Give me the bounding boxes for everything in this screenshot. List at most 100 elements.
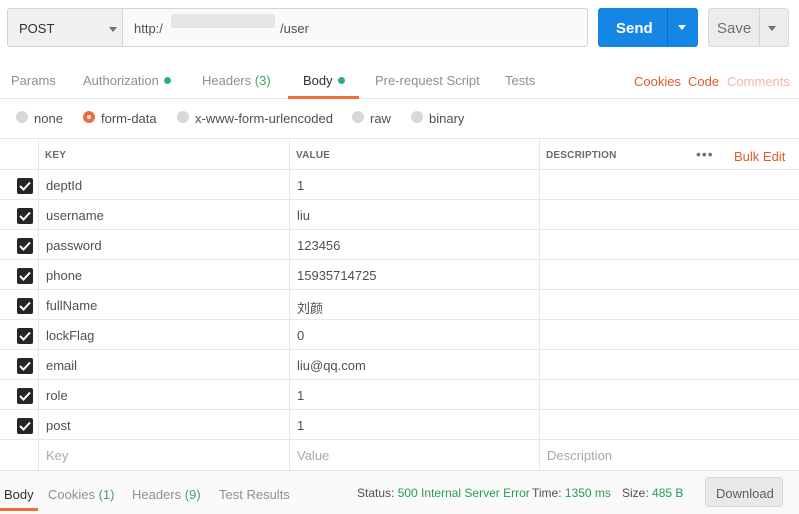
description-cell[interactable] <box>540 350 799 380</box>
checkmark-icon <box>19 241 31 251</box>
key-placeholder-input[interactable]: Key <box>46 448 68 463</box>
value-cell[interactable]: 0 <box>297 328 304 343</box>
tab-authorization[interactable]: Authorization <box>83 73 171 88</box>
status-value: 500 Internal Server Error <box>397 486 530 500</box>
checkmark-icon <box>19 361 31 371</box>
table-row: phone 15935714725 <box>0 260 799 290</box>
key-cell[interactable]: phone <box>46 268 82 283</box>
tab-body[interactable]: Body <box>303 73 345 88</box>
send-divider <box>667 8 668 47</box>
header-value: VALUE <box>296 150 331 161</box>
tab-pre-request-script[interactable]: Pre-request Script <box>375 73 480 88</box>
table-row: password 123456 <box>0 230 799 260</box>
key-cell[interactable]: role <box>46 388 68 403</box>
value-cell[interactable]: 刘颜 <box>297 298 323 317</box>
response-size: Size: 485 B <box>622 486 684 500</box>
radio-label-none: none <box>34 111 63 126</box>
value-cell[interactable]: 1 <box>297 418 304 433</box>
body-type-selector: none form-data x-www-form-urlencoded raw… <box>0 99 799 137</box>
value-cell[interactable]: liu@qq.com <box>297 358 366 373</box>
description-cell[interactable] <box>540 380 799 410</box>
value-cell[interactable]: 15935714725 <box>297 268 377 283</box>
row-checkbox[interactable] <box>17 388 33 404</box>
description-cell[interactable] <box>540 320 799 350</box>
chevron-down-icon[interactable] <box>768 26 776 31</box>
row-checkbox[interactable] <box>17 208 33 224</box>
description-cell[interactable] <box>540 290 799 320</box>
send-label: Send <box>616 20 653 37</box>
radio-label-form-data: form-data <box>101 111 157 126</box>
active-response-tab-indicator <box>0 508 38 511</box>
radio-label-urlencoded: x-www-form-urlencoded <box>195 111 333 126</box>
tab-params[interactable]: Params <box>11 73 56 88</box>
response-time: Time: 1350 ms <box>532 486 611 500</box>
status-dot <box>163 77 171 84</box>
request-tabs: Params Authorization Headers (3) Body Pr… <box>0 62 799 99</box>
save-button[interactable]: Save <box>708 8 789 47</box>
description-cell[interactable] <box>540 230 799 260</box>
row-checkbox[interactable] <box>17 298 33 314</box>
radio-label-raw: raw <box>370 111 391 126</box>
table-row: role 1 <box>0 380 799 410</box>
method-select[interactable]: POST <box>7 8 123 47</box>
response-tab-headers[interactable]: Headers (9) <box>132 487 201 502</box>
row-checkbox[interactable] <box>17 418 33 434</box>
status-dot <box>337 77 345 84</box>
key-cell[interactable]: username <box>46 208 104 223</box>
checkmark-icon <box>19 301 31 311</box>
row-checkbox[interactable] <box>17 178 33 194</box>
key-cell[interactable]: post <box>46 418 71 433</box>
tab-tests[interactable]: Tests <box>505 73 535 88</box>
key-cell[interactable]: fullName <box>46 298 97 313</box>
table-row: post 1 <box>0 410 799 440</box>
request-bar: POST http:/ /user Send Save <box>0 0 799 56</box>
radio-form-data[interactable] <box>83 111 95 123</box>
response-bar: Body Cookies (1) Headers (9) Test Result… <box>0 470 799 514</box>
url-input[interactable]: http:/ /user <box>122 8 588 47</box>
key-cell[interactable]: lockFlag <box>46 328 94 343</box>
value-placeholder-input[interactable]: Value <box>297 448 329 463</box>
url-redaction <box>171 14 275 28</box>
bulk-edit-link[interactable]: Bulk Edit <box>734 149 785 164</box>
key-cell[interactable]: password <box>46 238 102 253</box>
value-cell[interactable]: 123456 <box>297 238 340 253</box>
row-checkbox[interactable] <box>17 328 33 344</box>
new-row: Key Value Description <box>0 440 799 470</box>
size-value: 485 B <box>652 486 684 500</box>
code-link[interactable]: Code <box>688 74 719 89</box>
value-cell[interactable]: 1 <box>297 388 304 403</box>
key-cell[interactable]: deptId <box>46 178 82 193</box>
response-tab-cookies[interactable]: Cookies (1) <box>48 487 114 502</box>
description-placeholder-input[interactable]: Description <box>547 448 612 463</box>
cookies-link[interactable]: Cookies <box>634 74 681 89</box>
tab-headers[interactable]: Headers (3) <box>202 73 271 88</box>
row-checkbox[interactable] <box>17 268 33 284</box>
value-cell[interactable]: liu <box>297 208 310 223</box>
time-value: 1350 ms <box>564 486 611 500</box>
description-cell[interactable] <box>540 410 799 440</box>
response-tab-body[interactable]: Body <box>4 487 34 502</box>
radio-urlencoded[interactable] <box>177 111 189 123</box>
comments-link[interactable]: Comments <box>727 74 790 89</box>
description-cell[interactable] <box>540 200 799 230</box>
radio-none[interactable] <box>16 111 28 123</box>
checkmark-icon <box>19 181 31 191</box>
value-cell[interactable]: 1 <box>297 178 304 193</box>
radio-binary[interactable] <box>411 111 423 123</box>
response-tab-test-results[interactable]: Test Results <box>219 487 290 502</box>
radio-raw[interactable] <box>352 111 364 123</box>
checkmark-icon <box>19 271 31 281</box>
table-row: fullName 刘颜 <box>0 290 799 320</box>
send-button[interactable]: Send <box>598 8 698 47</box>
chevron-down-icon[interactable] <box>678 25 686 30</box>
row-checkbox[interactable] <box>17 358 33 374</box>
more-options-icon[interactable]: ••• <box>696 146 714 162</box>
description-cell[interactable] <box>540 260 799 290</box>
key-cell[interactable]: email <box>46 358 77 373</box>
download-button[interactable]: Download <box>705 477 783 507</box>
save-label: Save <box>717 20 752 37</box>
download-label: Download <box>716 486 774 501</box>
description-cell[interactable] <box>540 170 799 200</box>
method-label: POST <box>19 21 55 36</box>
row-checkbox[interactable] <box>17 238 33 254</box>
